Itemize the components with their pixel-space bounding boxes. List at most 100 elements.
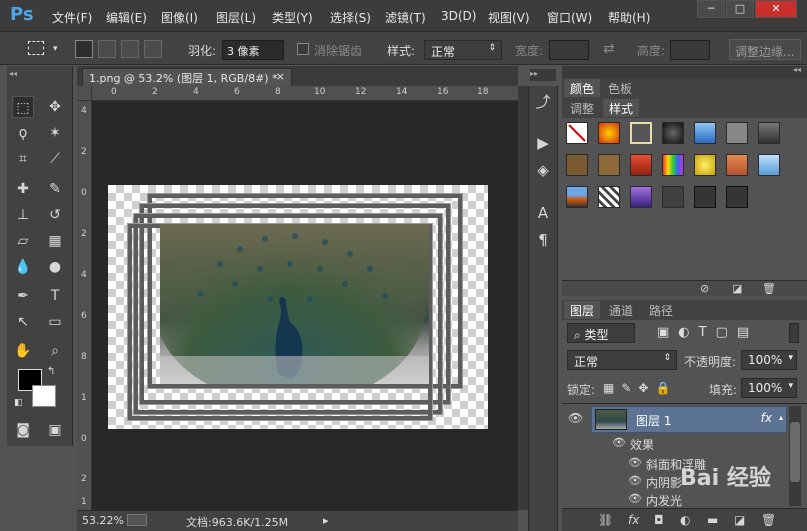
- opacity-input[interactable]: 100% ▾: [741, 350, 797, 370]
- style-swatch[interactable]: [758, 122, 780, 144]
- brush-tool-icon[interactable]: ✎: [44, 178, 66, 200]
- style-swatch[interactable]: [726, 122, 748, 144]
- new-group-icon[interactable]: ▬: [707, 513, 718, 527]
- intersect-selection-button[interactable]: [144, 40, 162, 58]
- marquee-tool-icon[interactable]: ⬚: [12, 96, 34, 118]
- tab-channels[interactable]: 通道: [603, 301, 639, 319]
- scroll-thumb[interactable]: [790, 422, 800, 482]
- marquee-preset-icon[interactable]: [28, 41, 44, 55]
- style-swatch[interactable]: [598, 186, 620, 208]
- antialias-checkbox[interactable]: [297, 43, 309, 55]
- blend-mode-dropdown[interactable]: 正常 ⇕: [567, 350, 677, 370]
- menu-edit[interactable]: 编辑(E): [106, 9, 147, 26]
- eyedropper-tool-icon[interactable]: ⟋: [44, 148, 66, 170]
- zoom-level[interactable]: 53.22%: [82, 514, 124, 527]
- link-layers-icon[interactable]: ⛓: [598, 513, 613, 527]
- refine-edge-button[interactable]: 调整边缘...: [729, 39, 801, 60]
- effect-eye-icon[interactable]: 👁: [628, 474, 642, 487]
- style-swatch[interactable]: [598, 122, 620, 144]
- style-swatch[interactable]: [726, 186, 748, 208]
- screen-mode-icon[interactable]: ▣: [44, 419, 66, 441]
- adjustment-layer-icon[interactable]: ◐: [680, 513, 690, 527]
- clone-stamp-tool-icon[interactable]: ⊥: [12, 204, 34, 226]
- height-input[interactable]: [670, 40, 710, 60]
- style-swatch[interactable]: [630, 186, 652, 208]
- swap-icon[interactable]: ⇄: [603, 41, 615, 57]
- layer-fx-badge[interactable]: fx: [761, 411, 772, 425]
- style-swatch-none[interactable]: [566, 122, 588, 144]
- gradient-tool-icon[interactable]: ▦: [44, 230, 66, 252]
- maximize-button[interactable]: □: [726, 0, 754, 18]
- menu-type[interactable]: 类型(Y): [272, 9, 313, 26]
- effect-eye-icon[interactable]: 👁: [628, 456, 642, 469]
- tab-adjustments[interactable]: 调整: [564, 99, 600, 117]
- path-selection-tool-icon[interactable]: ↖: [12, 311, 34, 333]
- subtract-selection-button[interactable]: [121, 40, 139, 58]
- menu-layer[interactable]: 图层(L): [216, 9, 256, 26]
- expand-arrows-icon[interactable]: ▸▸: [530, 69, 556, 81]
- style-swatch[interactable]: [662, 186, 684, 208]
- style-swatch[interactable]: [694, 122, 716, 144]
- ruler-origin[interactable]: [77, 86, 92, 101]
- effects-eye-icon[interactable]: 👁: [612, 436, 626, 449]
- style-swatch[interactable]: [566, 154, 588, 176]
- tab-styles[interactable]: 样式: [603, 99, 640, 117]
- collapse-arrows-icon[interactable]: ◂◂: [793, 65, 801, 74]
- status-menu-arrow-icon[interactable]: ▸: [323, 514, 329, 527]
- default-colors-icon[interactable]: ◧: [14, 398, 23, 408]
- type-tool-icon[interactable]: T: [44, 285, 66, 307]
- close-tab-icon[interactable]: ×: [276, 70, 285, 83]
- chevron-down-icon[interactable]: ▾: [53, 44, 58, 54]
- lasso-tool-icon[interactable]: ϙ: [12, 122, 34, 144]
- layer-visibility-eye-icon[interactable]: 👁: [568, 411, 583, 425]
- menu-view[interactable]: 视图(V): [488, 9, 530, 26]
- layers-scrollbar[interactable]: [789, 406, 801, 506]
- healing-brush-tool-icon[interactable]: ✚: [12, 178, 34, 200]
- add-mask-icon[interactable]: ◘: [654, 513, 664, 527]
- menu-select[interactable]: 选择(S): [330, 9, 371, 26]
- fill-input[interactable]: 100% ▾: [741, 378, 797, 398]
- zoom-tool-icon[interactable]: ⌕: [44, 340, 66, 362]
- canvas-scrollbar[interactable]: [518, 86, 528, 510]
- tab-color[interactable]: 颜色: [564, 79, 601, 97]
- filter-toggle[interactable]: [789, 323, 799, 343]
- menu-file[interactable]: 文件(F): [52, 9, 92, 26]
- chevron-down-icon[interactable]: ▾: [788, 353, 793, 363]
- feather-input[interactable]: 3 像素: [222, 40, 284, 60]
- swap-colors-icon[interactable]: ↰: [47, 366, 55, 377]
- style-dropdown[interactable]: 正常 ⇕: [424, 40, 502, 60]
- style-swatch[interactable]: [630, 154, 652, 176]
- rectangle-tool-icon[interactable]: ▭: [44, 311, 66, 333]
- add-selection-button[interactable]: [98, 40, 116, 58]
- new-layer-icon[interactable]: ◪: [734, 513, 745, 527]
- history-brush-tool-icon[interactable]: ↺: [44, 204, 66, 226]
- tab-layers[interactable]: 图层: [564, 301, 601, 319]
- style-swatch[interactable]: [694, 154, 716, 176]
- magic-wand-tool-icon[interactable]: ✶: [44, 122, 66, 144]
- layer-filter-icons[interactable]: ▣◐T▢▤: [657, 325, 758, 340]
- chevron-down-icon[interactable]: ▾: [788, 381, 793, 391]
- 3d-panel-icon[interactable]: ◈: [533, 160, 553, 180]
- move-tool-icon[interactable]: ✥: [44, 96, 66, 118]
- chevron-up-icon[interactable]: ▴: [779, 413, 783, 422]
- hand-tool-icon[interactable]: ✋: [12, 340, 34, 362]
- add-style-icon[interactable]: fx: [628, 513, 639, 527]
- new-style-icon[interactable]: ◪: [732, 282, 742, 295]
- delete-style-icon[interactable]: 🗑: [762, 282, 776, 295]
- lock-icons[interactable]: ▦✎✥🔒: [603, 381, 677, 395]
- menu-filter[interactable]: 滤镜(T): [385, 9, 426, 26]
- collapse-arrows-icon[interactable]: ◂◂: [9, 69, 17, 78]
- style-swatch[interactable]: [598, 154, 620, 176]
- layer-kind-filter[interactable]: ⌕ 类型: [567, 323, 635, 343]
- layer-row-selected[interactable]: 图层 1 fx ▴: [591, 406, 787, 433]
- style-swatch-selected[interactable]: [630, 122, 652, 144]
- style-swatch[interactable]: [726, 154, 748, 176]
- history-panel-icon[interactable]: ⤴: [533, 92, 553, 112]
- dodge-tool-icon[interactable]: ●: [44, 256, 66, 278]
- width-input[interactable]: [549, 40, 589, 60]
- close-button[interactable]: ✕: [755, 0, 797, 18]
- tab-paths[interactable]: 路径: [643, 301, 679, 319]
- effect-eye-icon[interactable]: 👁: [628, 492, 642, 505]
- pen-tool-icon[interactable]: ✒: [12, 285, 34, 307]
- crop-tool-icon[interactable]: ⌗: [12, 148, 34, 170]
